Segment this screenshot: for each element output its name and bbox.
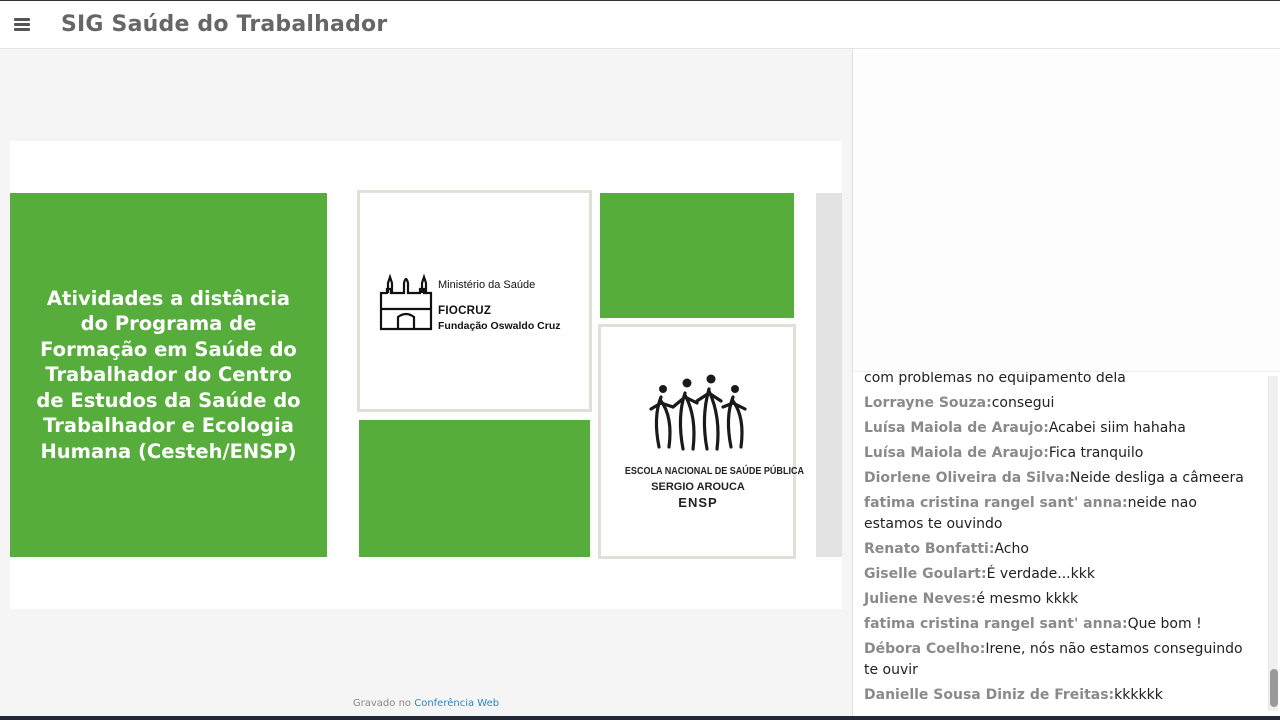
ensp-line1: ESCOLA NACIONAL DE SAÚDE PÚBLICA: [624, 465, 805, 477]
app-title: SIG Saúde do Trabalhador: [61, 12, 388, 37]
chat-text: Fica tranquilo: [1048, 445, 1144, 461]
chat-text: Neide desliga a câmeera: [1069, 470, 1244, 486]
chat-message: Juliene Neves:é mesmo kkkk: [864, 589, 1259, 610]
slide: Atividades a distância do Programa de Fo…: [10, 141, 842, 609]
chat-author: Renato Bonfatti:: [864, 541, 995, 557]
chat-author: Débora Coelho:: [864, 641, 986, 657]
chat-author: Juliene Neves:: [864, 591, 977, 607]
chat-message: Débora Coelho:Irene, nós não estamos con…: [864, 639, 1259, 681]
chat-messages: com problemas no equipamento dela Lorray…: [864, 371, 1259, 706]
chat-message: Danielle Sousa Diniz de Freitas:kkkkkk: [864, 685, 1259, 706]
chat-author: Diorlene Oliveira da Silva:: [864, 470, 1070, 486]
fiocruz-logo-box: Ministério da Saúde FIOCRUZ Fundação Osw…: [357, 190, 592, 412]
chat-message: Renato Bonfatti:Acho: [864, 539, 1259, 560]
fiocruz-castle-icon: [379, 273, 433, 331]
fiocruz-ministry: Ministério da Saúde: [438, 279, 536, 291]
green-block-top-right: [600, 193, 794, 318]
slide-title-text: Atividades a distância do Programa de Fo…: [36, 286, 301, 463]
top-bar: SIG Saúde do Trabalhador: [0, 0, 1280, 49]
chat-text: Que bom !: [1127, 616, 1202, 632]
hamburger-menu-icon[interactable]: [0, 1, 44, 49]
recorded-notice: Gravado no Conferência Web: [0, 698, 852, 709]
chat-panel: com problemas no equipamento dela Lorray…: [853, 371, 1280, 716]
green-block-bottom-middle: [359, 420, 590, 557]
chat-text: Acho: [994, 541, 1029, 557]
recorded-prefix: Gravado no: [352, 698, 412, 709]
chat-message: Diorlene Oliveira da Silva:Neide desliga…: [864, 468, 1259, 489]
chat-text: kkkkkk: [1114, 687, 1163, 703]
ensp-logo-box: ESCOLA NACIONAL DE SAÚDE PÚBLICA SERGIO …: [598, 324, 805, 559]
chat-message: Luísa Maiola de Araujo:Fica tranquilo: [864, 443, 1259, 464]
fiocruz-foundation: Fundação Oswaldo Cruz: [438, 320, 561, 332]
webcam-area: [853, 49, 1280, 371]
sidebar: com problemas no equipamento dela Lorray…: [852, 49, 1280, 716]
chat-text: consegui: [991, 395, 1055, 411]
chat-message: Lorrayne Souza:consegui: [864, 393, 1259, 414]
chat-author: fatima cristina rangel sant' anna:: [864, 616, 1128, 632]
chat-message: Giselle Goulart:É verdade...kkk: [864, 564, 1259, 585]
chat-author: Danielle Sousa Diniz de Freitas:: [864, 687, 1115, 703]
fiocruz-logo: Ministério da Saúde FIOCRUZ Fundação Osw…: [378, 269, 578, 335]
chat-scrollbar[interactable]: [1268, 376, 1278, 711]
fiocruz-name: FIOCRUZ: [438, 305, 492, 317]
chat-message: fatima cristina rangel sant' anna:neide …: [864, 493, 1259, 535]
bottom-edge: [0, 716, 1280, 720]
chat-author: fatima cristina rangel sant' anna:: [864, 495, 1128, 511]
ensp-line2: SERGIO AROUCA: [651, 481, 745, 493]
chat-text: Acabei siim hahaha: [1048, 420, 1186, 436]
ensp-line3: ENSP: [678, 495, 718, 510]
chat-text: É verdade...kkk: [986, 566, 1095, 582]
chat-text: com problemas no equipamento dela: [864, 371, 1126, 386]
ensp-logo: ESCOLA NACIONAL DE SAÚDE PÚBLICA SERGIO …: [613, 367, 805, 517]
chat-message: com problemas no equipamento dela: [864, 371, 1259, 389]
slide-title-block: Atividades a distância do Programa de Fo…: [10, 193, 327, 557]
chat-author: Luísa Maiola de Araujo:: [864, 445, 1049, 461]
conferencia-web-link[interactable]: Conferência Web: [414, 698, 499, 709]
chat-scrollbar-thumb[interactable]: [1270, 669, 1278, 707]
presentation-area: Atividades a distância do Programa de Fo…: [0, 49, 852, 716]
chat-author: Lorrayne Souza:: [864, 395, 992, 411]
chat-message: Luísa Maiola de Araujo:Acabei siim hahah…: [864, 418, 1259, 439]
ensp-figures-icon: [649, 374, 747, 451]
grey-strip: [816, 193, 842, 557]
chat-author: Giselle Goulart:: [864, 566, 987, 582]
chat-message: fatima cristina rangel sant' anna:Que bo…: [864, 614, 1259, 635]
chat-text: é mesmo kkkk: [976, 591, 1079, 607]
chat-author: Luísa Maiola de Araujo:: [864, 420, 1049, 436]
